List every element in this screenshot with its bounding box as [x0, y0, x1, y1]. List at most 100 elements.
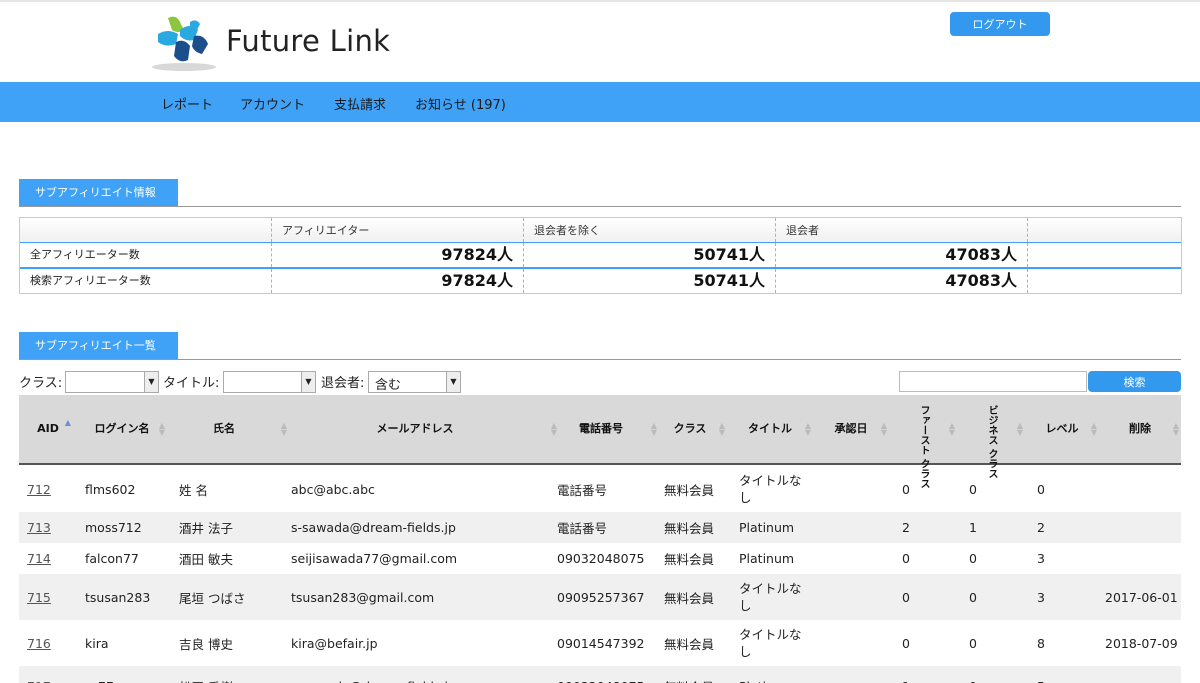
col-login[interactable]: ログイン名 ▲ ▼: [77, 395, 167, 463]
row-email: kira@befair.jp: [291, 635, 378, 651]
col-class[interactable]: クラス ▲ ▼: [653, 395, 727, 463]
info-row-empty: [1028, 243, 1181, 267]
row-level: 0: [1037, 481, 1045, 497]
row-aid-link[interactable]: 712: [27, 466, 51, 512]
table-row: 717 ss77 松田 秀樹 s-sawada@dream-fields.jp 0903…: [19, 666, 1181, 683]
col-aid[interactable]: AID ▲: [19, 395, 77, 463]
sort-icon: ▲ ▼: [1172, 421, 1179, 437]
divider: [19, 359, 1181, 360]
table-row: 716 kira 吉良 博史 kira@befair.jp 09014547392 無料会…: [19, 620, 1181, 666]
search-button[interactable]: 検索: [1088, 371, 1181, 392]
col-phone[interactable]: 電話番号 ▲ ▼: [549, 395, 657, 463]
title-filter-label: タイトル:: [163, 376, 220, 391]
col-phone-label: 電話番号: [579, 422, 623, 435]
row-business-class: 0: [969, 589, 977, 605]
logout-button[interactable]: ログアウト: [950, 12, 1050, 36]
info-header-withdrawn: 退会者: [776, 218, 1028, 242]
sort-icon: ▲ ▼: [804, 421, 811, 437]
row-aid-link[interactable]: 713: [27, 512, 51, 543]
withdrawn-select[interactable]: 含む ▼: [368, 371, 461, 393]
col-email-label: メールアドレス: [376, 422, 454, 435]
row-name: 姓 名: [179, 482, 208, 498]
row-first-class: 0: [902, 551, 910, 566]
row-email: s-sawada@dream-fields.jp: [291, 520, 456, 535]
list-table-header: AID ▲ ログイン名 ▲ ▼ 氏名 ▲ ▼ メールアドレス ▲ ▼ 電話番号 ▲ ▼ クラス ▲ ▼…: [19, 395, 1181, 488]
col-class-label: クラス: [673, 422, 707, 435]
row-first-class: 0: [902, 635, 910, 651]
sort-icon: ▲ ▼: [1016, 421, 1023, 437]
row-level: 3: [1037, 551, 1045, 566]
row-aid-link[interactable]: 715: [27, 574, 51, 620]
info-header-cell: [20, 218, 272, 242]
col-title[interactable]: タイトル ▲ ▼: [727, 395, 813, 463]
row-name: 松田 秀樹: [179, 666, 233, 683]
col-business-class[interactable]: ビジネス クラス ▲ ▼: [957, 395, 1025, 478]
info-row-empty: [1028, 269, 1181, 293]
header: Future Link ログアウト: [0, 2, 1200, 82]
row-class: 無料会員: [664, 666, 714, 683]
row-phone: 電話番号: [557, 521, 608, 536]
row-aid-link[interactable]: 717: [27, 666, 51, 683]
row-aid-link[interactable]: 714: [27, 543, 51, 574]
info-row-affiliator: 97824人: [272, 269, 524, 293]
chevron-down-icon: ▼: [301, 372, 315, 392]
info-row-label: 全アフィリエーター数: [20, 243, 272, 267]
list-section-title: サブアフィリエイト一覧: [19, 332, 178, 359]
row-class: 無料会員: [664, 590, 715, 606]
row-business-class: 1: [969, 520, 977, 535]
logo[interactable]: Future Link: [150, 12, 400, 74]
info-header-cell: [1028, 218, 1181, 242]
row-phone: 09095257367: [557, 589, 645, 605]
col-delete[interactable]: 削除 ▲ ▼: [1099, 395, 1181, 463]
col-login-label: ログイン名: [94, 422, 150, 435]
info-section-title: サブアフィリエイト情報: [19, 179, 178, 206]
chevron-down-icon: ▼: [144, 372, 158, 392]
search-input[interactable]: [899, 371, 1087, 392]
col-level[interactable]: レベル ▲ ▼: [1025, 395, 1099, 463]
nav-item-billing[interactable]: 支払請求: [334, 94, 386, 113]
row-title-text: Platinum: [739, 520, 795, 535]
col-approved-label: 承認日: [834, 422, 868, 435]
row-email: s-sawada@dream-fields.jp: [291, 666, 456, 683]
row-class: 無料会員: [664, 482, 715, 498]
list-table-body: 712 flms602 姓 名 abc@abc.abc 電話番号 無料会員 タイトルなし 0 0…: [19, 466, 1181, 683]
table-row: 714 falcon77 酒田 敏夫 seijisawada77@gmail.com 0…: [19, 543, 1181, 574]
row-level: 3: [1037, 589, 1045, 605]
row-login: moss712: [85, 520, 142, 535]
col-first-class[interactable]: ファースト クラス ▲ ▼: [889, 395, 957, 488]
row-phone: 09014547392: [557, 635, 645, 651]
info-row-excluding: 50741人: [524, 243, 776, 267]
divider: [19, 206, 1181, 207]
table-row: 715 tsusan283 尾垣 つばさ tsusan283@gmail.com 090…: [19, 574, 1181, 620]
row-name: 尾垣 つばさ: [179, 590, 246, 606]
col-email[interactable]: メールアドレス ▲ ▼: [281, 395, 558, 463]
col-level-label: レベル: [1045, 422, 1079, 435]
row-first-class: 2: [902, 520, 910, 535]
info-row-affiliator: 97824人: [272, 243, 524, 267]
info-header-excluding: 退会者を除く: [524, 218, 776, 242]
col-approved[interactable]: 承認日 ▲ ▼: [813, 395, 889, 463]
title-select[interactable]: ▼: [223, 371, 316, 393]
row-title-text: タイトルなし: [739, 473, 802, 505]
sort-icon: ▲ ▼: [948, 421, 955, 437]
row-login: flms602: [85, 481, 136, 497]
nav-item-notices[interactable]: お知らせ (197): [415, 94, 506, 113]
nav-item-report[interactable]: レポート: [161, 94, 213, 113]
row-aid-link[interactable]: 716: [27, 620, 51, 666]
row-login: ss77: [85, 666, 114, 683]
row-class: 無料会員: [664, 636, 715, 652]
row-login: tsusan283: [85, 589, 151, 605]
sort-asc-icon: ▲: [64, 418, 71, 427]
logo-mark-icon: [152, 16, 216, 71]
col-name[interactable]: 氏名 ▲ ▼: [167, 395, 287, 463]
row-level: 2: [1037, 520, 1045, 535]
row-class: 無料会員: [664, 552, 715, 567]
chevron-down-icon: ▼: [446, 372, 460, 392]
row-level: 5: [1037, 666, 1045, 683]
class-select[interactable]: ▼: [65, 371, 159, 393]
row-title: Platinum: [739, 666, 803, 683]
row-business-class: 0: [969, 481, 977, 497]
sort-icon: ▲ ▼: [718, 421, 725, 437]
col-delete-label: 削除: [1129, 422, 1151, 435]
nav-item-account[interactable]: アカウント: [240, 94, 305, 113]
